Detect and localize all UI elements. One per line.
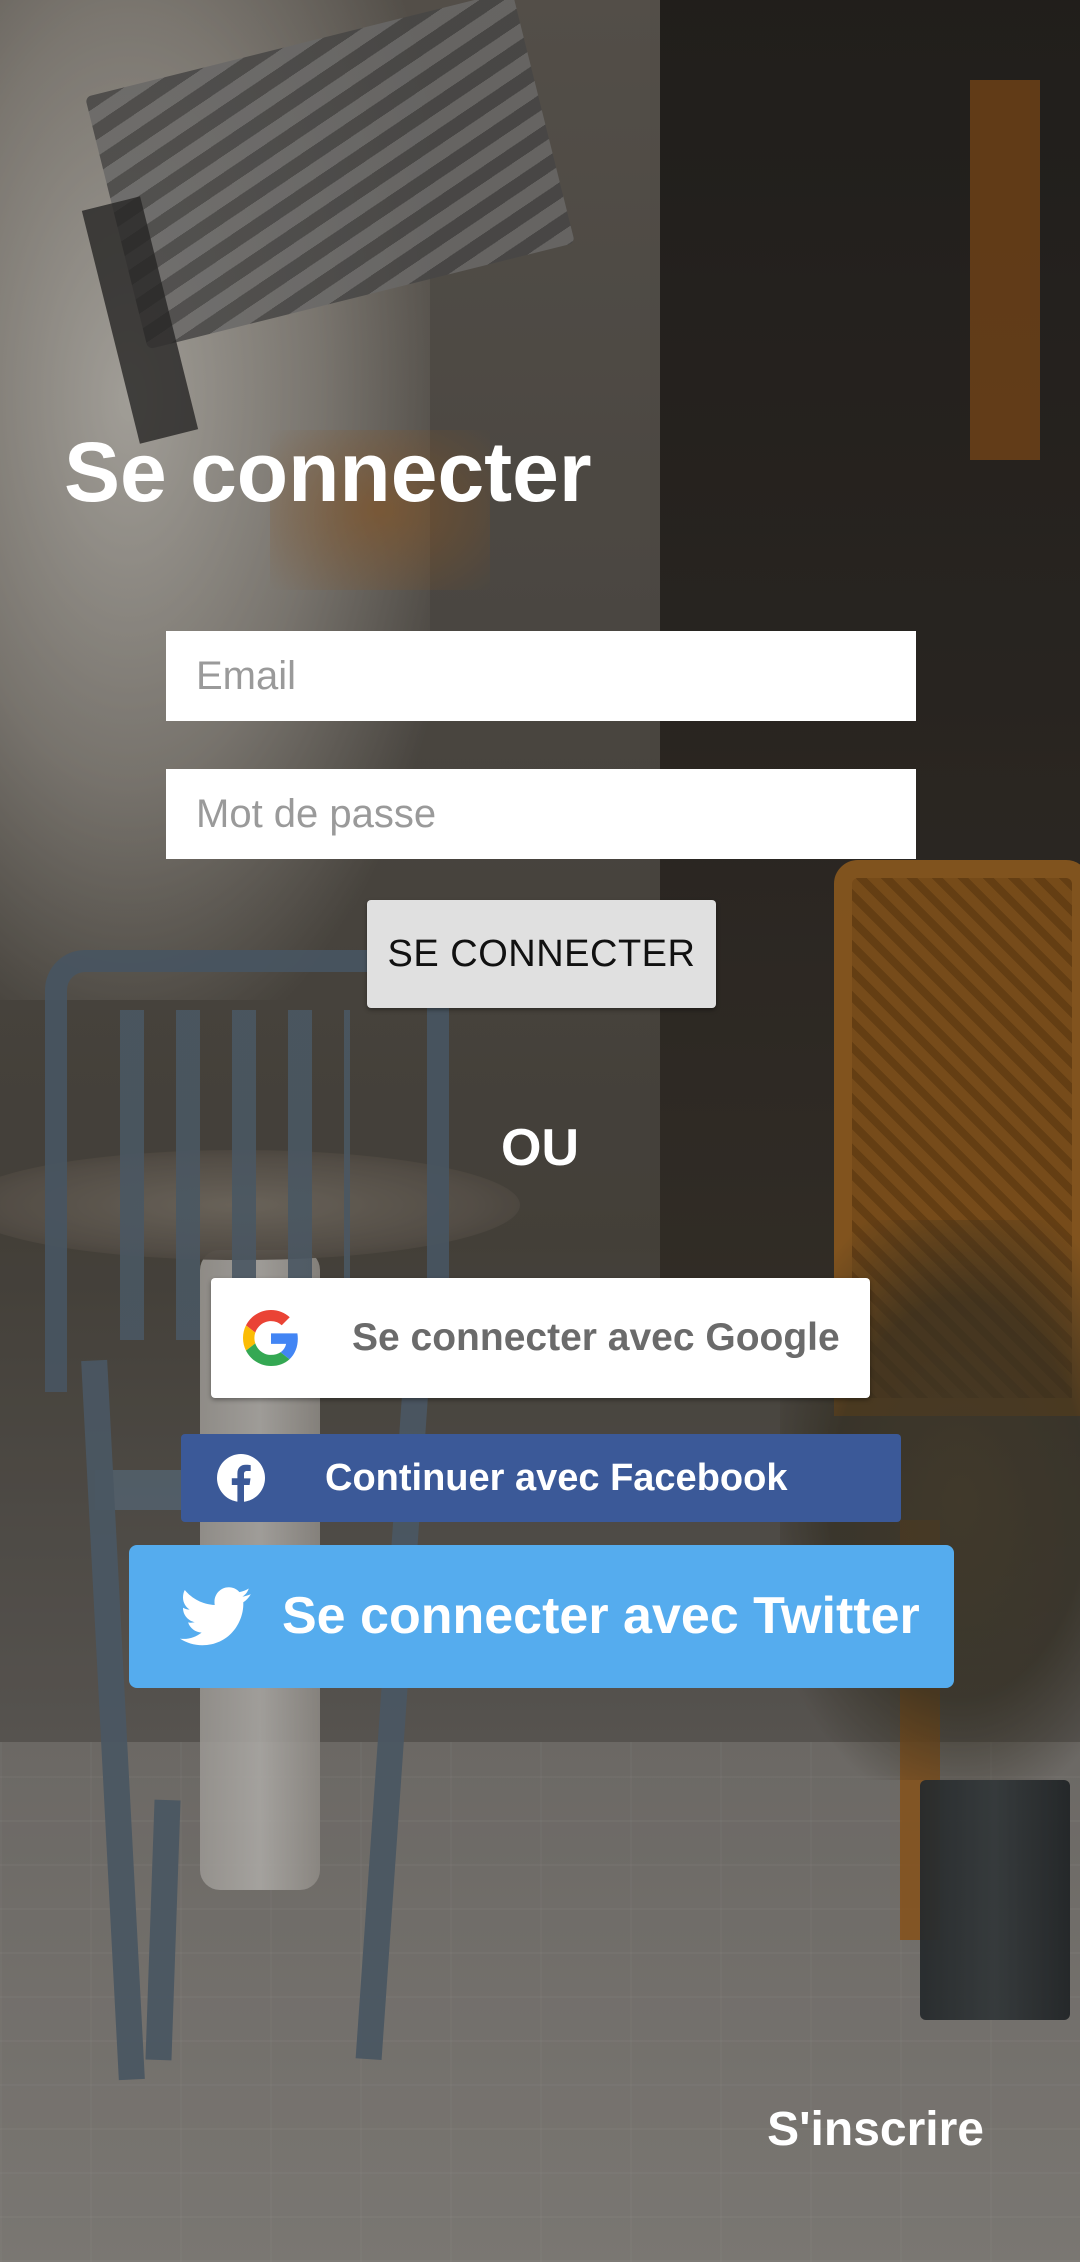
signup-link[interactable]: S'inscrire — [767, 2100, 984, 2160]
login-button[interactable]: SE CONNECTER — [367, 900, 716, 1008]
twitter-icon — [180, 1587, 251, 1646]
facebook-icon — [217, 1454, 265, 1502]
twitter-signin-button[interactable]: Se connecter avec Twitter — [129, 1545, 954, 1688]
facebook-signin-button[interactable]: Continuer avec Facebook — [181, 1434, 901, 1522]
google-icon — [243, 1310, 298, 1366]
twitter-signin-label: Se connecter avec Twitter — [282, 1587, 920, 1645]
google-signin-button[interactable]: Se connecter avec Google — [211, 1278, 870, 1398]
email-field[interactable] — [166, 631, 916, 721]
google-signin-label: Se connecter avec Google — [352, 1316, 840, 1359]
password-field[interactable] — [166, 769, 916, 859]
or-divider-label: OU — [501, 1119, 579, 1177]
page-title: Se connecter — [64, 425, 592, 519]
facebook-signin-label: Continuer avec Facebook — [325, 1457, 788, 1499]
